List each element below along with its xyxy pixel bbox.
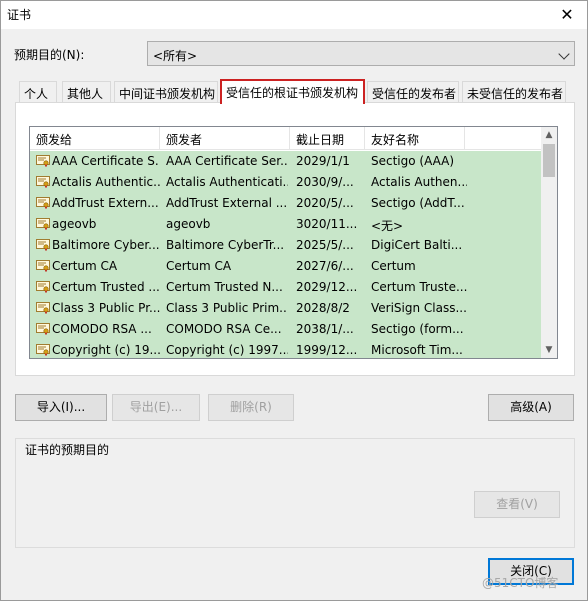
- table-row[interactable]: ageovb ageovb 3020/11... <无>: [30, 214, 543, 235]
- cell-issued-to: AddTrust Extern...: [52, 196, 159, 210]
- table-row[interactable]: Certum CA Certum CA 2027/6/... Certum: [30, 256, 543, 277]
- advanced-button[interactable]: 高级(A): [488, 394, 574, 421]
- cell-friendly-name: Sectigo (form...: [371, 322, 464, 336]
- cell-issued-to: COMODO RSA ...: [52, 322, 152, 336]
- tab-panel: 颁发给 颁发者 截止日期 友好名称 AAA Certificate S... AA…: [15, 102, 575, 376]
- cell-issued-to: ageovb: [52, 217, 97, 231]
- cell-expiration: 3020/11...: [296, 217, 358, 231]
- scroll-up-icon[interactable]: ▲: [541, 127, 557, 143]
- cell-expiration: 2029/1/1: [296, 154, 350, 168]
- cell-issued-by: Actalis Authenticati...: [166, 175, 288, 189]
- cell-issued-to: Certum Trusted ...: [52, 280, 160, 294]
- tab-intermediate-ca[interactable]: 中间证书颁发机构: [114, 81, 218, 103]
- column-issued-by[interactable]: 颁发者: [160, 127, 290, 150]
- column-issued-to[interactable]: 颁发给: [30, 127, 160, 150]
- store-tabs: 个人 其他人 中间证书颁发机构 受信任的根证书颁发机构 受信任的发布者 未受信任…: [15, 79, 575, 104]
- cell-expiration: 2029/12...: [296, 280, 358, 294]
- cell-issued-by: Certum Trusted N...: [166, 280, 283, 294]
- list-header: 颁发给 颁发者 截止日期 友好名称: [30, 127, 543, 150]
- certificate-list[interactable]: 颁发给 颁发者 截止日期 友好名称 AAA Certificate S... AA…: [29, 126, 558, 359]
- table-row[interactable]: Copyright (c) 19... Copyright (c) 1997...…: [30, 340, 543, 358]
- cell-friendly-name: Certum Truste...: [371, 280, 467, 294]
- cell-expiration: 2025/5/...: [296, 238, 354, 252]
- cell-expiration: 2027/6/...: [296, 259, 354, 273]
- cell-friendly-name: Certum: [371, 259, 416, 273]
- chevron-down-icon: [558, 48, 570, 60]
- cell-issued-by: Baltimore CyberTr...: [166, 238, 285, 252]
- window-title: 证书: [7, 8, 32, 22]
- intended-purpose-label: 预期目的(N):: [14, 48, 85, 62]
- table-row[interactable]: Actalis Authentic... Actalis Authenticati…: [30, 172, 543, 193]
- cell-issued-by: Certum CA: [166, 259, 232, 273]
- cell-friendly-name: DigiCert Balti...: [371, 238, 463, 252]
- intended-purpose-value: <所有>: [153, 49, 198, 63]
- cell-friendly-name: <无>: [371, 219, 404, 233]
- tab-untrusted-publishers[interactable]: 未受信任的发布者: [462, 81, 566, 103]
- cell-friendly-name: Sectigo (AddT...: [371, 196, 465, 210]
- cell-issued-to: Baltimore Cyber...: [52, 238, 160, 252]
- table-row[interactable]: AddTrust Extern... AddTrust External ... 2…: [30, 193, 543, 214]
- import-button[interactable]: 导入(I)...: [15, 394, 107, 421]
- column-expiration[interactable]: 截止日期: [290, 127, 365, 150]
- cell-issued-by: ageovb: [166, 217, 211, 231]
- list-rows: AAA Certificate S... AAA Certificate Ser.…: [30, 151, 543, 358]
- tab-trusted-root-ca[interactable]: 受信任的根证书颁发机构: [220, 79, 365, 104]
- cell-issued-by: Copyright (c) 1997...: [166, 343, 288, 357]
- export-button[interactable]: 导出(E)...: [112, 394, 200, 421]
- cell-friendly-name: Sectigo (AAA): [371, 154, 455, 168]
- cell-expiration: 2020/5/...: [296, 196, 354, 210]
- cell-issued-to: Actalis Authentic...: [52, 175, 160, 189]
- view-button[interactable]: 查看(V): [474, 491, 560, 518]
- cell-expiration: 2038/1/...: [296, 322, 354, 336]
- cell-expiration: 1999/12...: [296, 343, 358, 357]
- tab-personal[interactable]: 个人: [19, 81, 57, 103]
- table-row[interactable]: Certum Trusted ... Certum Trusted N... 202…: [30, 277, 543, 298]
- certificates-dialog: 证书 ✕ 预期目的(N): <所有> 个人 其他人 中间证书颁发机构 受信任的根…: [0, 0, 588, 601]
- cell-expiration: 2028/8/2: [296, 301, 350, 315]
- cell-issued-by: Class 3 Public Prim...: [166, 301, 288, 315]
- cell-issued-to: Copyright (c) 19...: [52, 343, 160, 357]
- intended-purposes-label: 证书的预期目的: [23, 441, 112, 458]
- list-scrollbar[interactable]: ▲ ▼: [541, 127, 557, 358]
- tab-other-people[interactable]: 其他人: [62, 81, 111, 103]
- table-row[interactable]: COMODO RSA ... COMODO RSA Ce... 2038/1/...…: [30, 319, 543, 340]
- cell-issued-to: AAA Certificate S...: [52, 154, 160, 168]
- scroll-down-icon[interactable]: ▼: [541, 342, 557, 358]
- cell-issued-by: AddTrust External ...: [166, 196, 288, 210]
- close-window-icon[interactable]: ✕: [555, 3, 579, 27]
- table-row[interactable]: AAA Certificate S... AAA Certificate Ser.…: [30, 151, 543, 172]
- cell-issued-to: Certum CA: [52, 259, 118, 273]
- cell-issued-by: AAA Certificate Ser...: [166, 154, 288, 168]
- title-bar: 证书 ✕: [1, 1, 587, 29]
- cell-issued-to: Class 3 Public Pr...: [52, 301, 160, 315]
- table-row[interactable]: Class 3 Public Pr... Class 3 Public Prim.…: [30, 298, 543, 319]
- cell-issued-by: COMODO RSA Ce...: [166, 322, 282, 336]
- cell-expiration: 2030/9/...: [296, 175, 354, 189]
- cell-friendly-name: Microsoft Tim...: [371, 343, 463, 357]
- scroll-thumb[interactable]: [543, 144, 555, 177]
- remove-button[interactable]: 删除(R): [208, 394, 294, 421]
- cell-friendly-name: VeriSign Class...: [371, 301, 467, 315]
- cell-friendly-name: Actalis Authen...: [371, 175, 467, 189]
- column-friendly-name[interactable]: 友好名称: [365, 127, 465, 150]
- watermark: @51CTO博客: [482, 576, 559, 590]
- tab-trusted-publishers[interactable]: 受信任的发布者: [367, 81, 459, 103]
- intended-purpose-select[interactable]: <所有>: [147, 41, 575, 66]
- table-row[interactable]: Baltimore Cyber... Baltimore CyberTr... 20…: [30, 235, 543, 256]
